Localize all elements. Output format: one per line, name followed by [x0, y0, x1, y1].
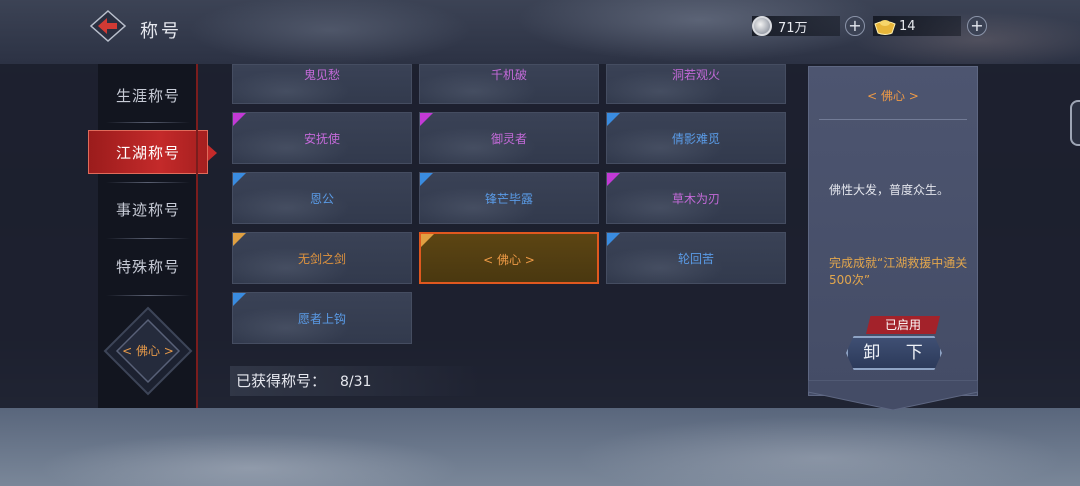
rarity-flag-icon [420, 113, 433, 126]
title-cell[interactable]: 轮回苦 [606, 232, 786, 284]
title-cell-label: 锋芒毕露 [484, 192, 533, 206]
gold-currency: 14 [873, 14, 961, 38]
sidebar-item-jianghu[interactable]: 江湖称号 [88, 130, 217, 174]
detail-title-name: < 佛心 > [867, 89, 919, 103]
title-cell-label: 恩公 [309, 192, 334, 206]
gold-ingot-icon [874, 20, 896, 35]
add-silver-button[interactable]: + [845, 16, 865, 36]
rarity-flag-icon [233, 293, 246, 306]
rarity-flag-icon [607, 113, 620, 126]
category-sidebar: 生涯称号 江湖称号 事迹称号 特殊称号 < 佛心 > [88, 64, 217, 408]
footer-background [0, 408, 1080, 486]
title-cell-label: 御灵者 [490, 132, 527, 146]
page-title: 称号 [140, 21, 182, 42]
sidebar-item-special[interactable]: 特殊称号 [98, 245, 198, 289]
detail-divider [819, 119, 967, 120]
rarity-flag-icon [233, 173, 246, 186]
sidebar-divider [106, 295, 190, 296]
title-cell-label: 轮回苦 [677, 252, 714, 266]
title-cell-label: 倩影难觅 [671, 132, 720, 146]
title-cell[interactable]: 草木为刃 [606, 172, 786, 224]
rarity-flag-icon [607, 233, 620, 246]
side-drawer-handle[interactable] [1070, 100, 1080, 146]
sidebar-divider [106, 238, 190, 239]
sidebar-border [196, 64, 198, 408]
rarity-flag-icon [233, 113, 246, 126]
silver-coin-icon [752, 16, 772, 36]
silver-currency: 71万 [752, 14, 840, 38]
title-cell[interactable]: 千机破 [419, 64, 599, 104]
title-cell-label: 洞若观火 [671, 68, 720, 82]
detail-condition: 完成成就“江湖救援中通关500次” [829, 256, 968, 287]
sidebar-divider [106, 182, 190, 183]
sidebar-divider [106, 122, 190, 123]
title-grid: 鬼见愁 千机破 洞若观火安抚使 御灵者 倩影难觅恩公 锋芒毕露 草木为刃无剑之剑 < 佛心 >… [232, 64, 792, 364]
title-cell[interactable]: 鬼见愁 [232, 64, 412, 104]
title-cell-label: 安抚使 [303, 132, 340, 146]
title-cell[interactable]: 倩影难觅 [606, 112, 786, 164]
sidebar-item-label: 特殊称号 [115, 258, 180, 276]
title-cell[interactable]: 无剑之剑 [232, 232, 412, 284]
sidebar-item-label: 江湖称号 [115, 144, 180, 162]
add-gold-button[interactable]: + [967, 16, 987, 36]
title-cell-label: 鬼见愁 [303, 68, 340, 82]
title-cell[interactable]: 锋芒毕露 [419, 172, 599, 224]
title-cell-label: 千机破 [490, 68, 527, 82]
title-cell-label: 草木为刃 [671, 192, 720, 206]
title-cell[interactable]: 洞若观火 [606, 64, 786, 104]
title-cell[interactable]: 愿者上钩 [232, 292, 412, 344]
obtained-count-bar: 已获得称号： 8/31 [230, 366, 480, 396]
title-cell[interactable]: 安抚使 [232, 112, 412, 164]
obtained-count: 8/31 [340, 374, 372, 390]
rarity-flag-icon [420, 173, 433, 186]
back-arrow-icon [89, 9, 127, 43]
detail-panel-bottom [808, 380, 978, 410]
back-button[interactable] [89, 9, 127, 43]
title-cell-label: 无剑之剑 [297, 252, 346, 266]
sidebar-item-career[interactable]: 生涯称号 [98, 74, 198, 118]
rarity-flag-icon [421, 234, 434, 247]
title-cell[interactable]: 恩公 [232, 172, 412, 224]
sidebar-item-label: 事迹称号 [115, 201, 180, 219]
title-cell-label: 愿者上钩 [297, 312, 346, 326]
rarity-flag-icon [233, 233, 246, 246]
unequip-button[interactable]: 卸 下 [846, 336, 942, 370]
obtained-label: 已获得称号： [236, 372, 327, 390]
detail-description: 佛性大发，普度众生。 [829, 183, 950, 197]
sidebar-item-deeds[interactable]: 事迹称号 [98, 188, 198, 232]
sidebar-item-label: 生涯称号 [115, 87, 180, 105]
enabled-status-badge: 已启用 [866, 316, 940, 334]
title-cell[interactable]: 御灵者 [419, 112, 599, 164]
title-cell-label: < 佛心 > [483, 253, 535, 267]
title-cell-selected[interactable]: < 佛心 > [419, 232, 599, 284]
rarity-flag-icon [607, 173, 620, 186]
equipped-badge-label: < 佛心 > [122, 344, 174, 358]
active-arrow-icon [208, 145, 217, 161]
